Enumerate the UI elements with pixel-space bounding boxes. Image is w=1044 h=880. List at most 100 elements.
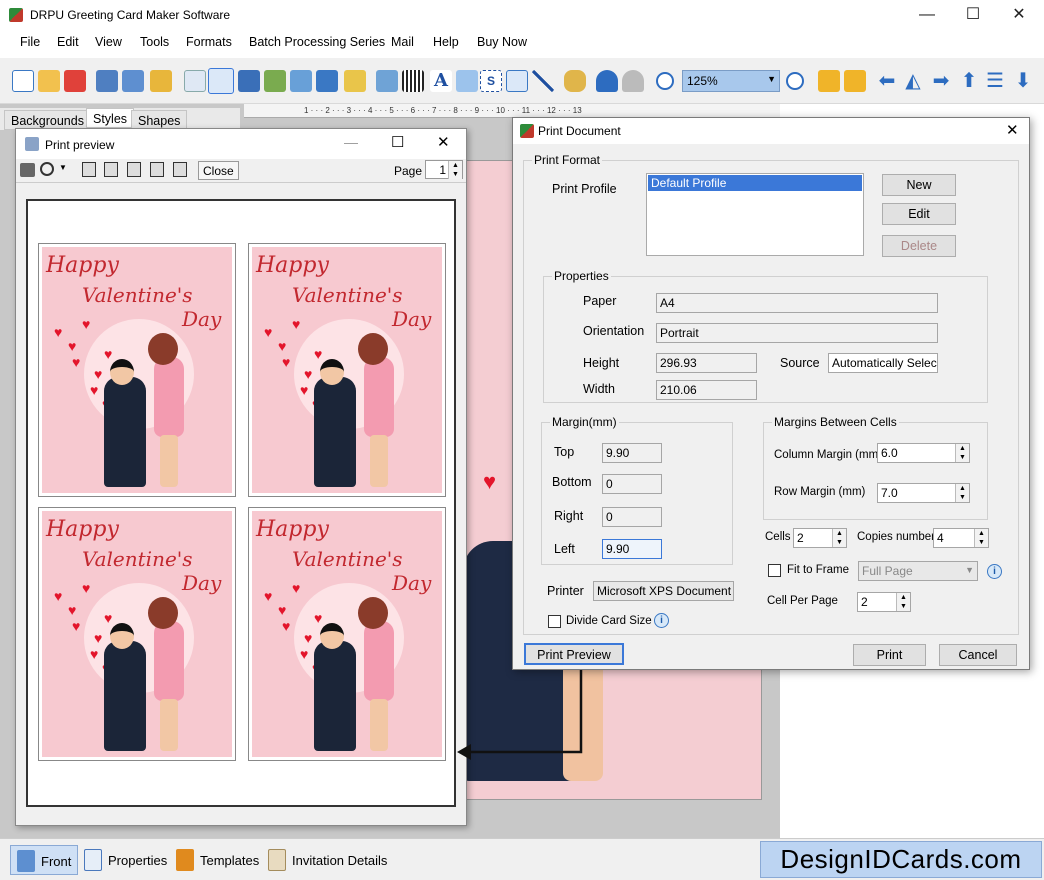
page-setup-icon[interactable] [184, 70, 206, 92]
database-icon[interactable] [564, 70, 586, 92]
redo-icon[interactable] [622, 70, 644, 92]
fit-option-select[interactable]: Full Page ▼ [858, 561, 978, 581]
edit-profile-button[interactable]: Edit [882, 203, 956, 225]
arrow-down-icon[interactable]: ⬇ [1012, 70, 1034, 92]
cells-stepper[interactable]: ▲ ▼ [832, 529, 846, 547]
paper-field[interactable]: A4 [656, 293, 938, 313]
arrow-up-icon[interactable]: ⬆ [958, 70, 980, 92]
word-art-icon[interactable] [456, 70, 478, 92]
image-icon[interactable] [264, 70, 286, 92]
zoom-out-icon[interactable] [786, 72, 804, 90]
menu-view[interactable]: View [95, 35, 122, 49]
dialog-close-button[interactable]: ✕ [1006, 121, 1019, 139]
minimize-button[interactable]: — [912, 4, 942, 26]
arrow-right-icon[interactable]: ➡ [930, 70, 952, 92]
signature-icon[interactable]: S [480, 70, 502, 92]
preview-minimize-button[interactable]: — [344, 134, 358, 150]
copies-field[interactable]: 4 ▲ ▼ [933, 528, 989, 548]
zoom-in-icon[interactable] [656, 72, 674, 90]
align-icon[interactable]: ☰ [984, 70, 1006, 92]
menu-tools[interactable]: Tools [140, 35, 169, 49]
maximize-button[interactable]: ☐ [958, 4, 988, 26]
two-pages-icon[interactable] [104, 162, 118, 177]
menu-buy-now[interactable]: Buy Now [477, 35, 527, 49]
tab-backgrounds[interactable]: Backgrounds [4, 110, 91, 130]
one-page-icon[interactable] [82, 162, 96, 177]
new-profile-button[interactable]: New [882, 174, 956, 196]
menu-edit[interactable]: Edit [57, 35, 79, 49]
preview-close-label-button[interactable]: Close [198, 161, 239, 180]
text-icon[interactable]: A [430, 70, 452, 92]
bottom-margin-field[interactable]: 0 [602, 474, 662, 494]
menu-mail[interactable]: Mail [391, 35, 414, 49]
tab-front[interactable]: Front [10, 845, 79, 875]
menu-help[interactable]: Help [433, 35, 459, 49]
export-icon[interactable] [150, 70, 172, 92]
pen-icon[interactable] [316, 70, 338, 92]
tab-properties[interactable]: Properties [78, 845, 173, 875]
close-button[interactable]: ✕ [1004, 4, 1034, 26]
printer-select[interactable]: Microsoft XPS Document [593, 581, 734, 601]
flip-icon[interactable]: ◭ [902, 70, 924, 92]
profile-item-default[interactable]: Default Profile [648, 175, 862, 191]
new-file-icon[interactable] [12, 70, 34, 92]
arrow-left-icon[interactable]: ⬅ [876, 70, 898, 92]
zoom-icon[interactable] [40, 162, 54, 176]
print-icon[interactable] [20, 163, 35, 177]
chevron-down-icon[interactable]: ▼ [59, 163, 67, 172]
column-margin-field[interactable]: 6.0 ▲ ▼ [877, 443, 970, 463]
right-margin-field[interactable]: 0 [602, 507, 662, 527]
copies-stepper[interactable]: ▲ ▼ [974, 529, 988, 547]
print-preview-button[interactable]: Print Preview [524, 643, 624, 665]
print-icon[interactable] [208, 68, 234, 94]
line-icon[interactable] [532, 70, 554, 92]
delete-profile-button[interactable]: Delete [882, 235, 956, 257]
mail-icon[interactable] [506, 70, 528, 92]
unlock-icon[interactable] [844, 70, 866, 92]
divide-info-icon[interactable]: i [654, 613, 669, 628]
preview-maximize-button[interactable]: ☐ [391, 133, 404, 151]
cancel-button[interactable]: Cancel [939, 644, 1017, 666]
close-file-icon[interactable] [64, 70, 86, 92]
open-folder-icon[interactable] [38, 70, 60, 92]
top-margin-field[interactable]: 9.90 [602, 443, 662, 463]
tab-shapes[interactable]: Shapes [131, 110, 188, 130]
height-field[interactable]: 296.93 [656, 353, 757, 373]
undo-icon[interactable] [596, 70, 618, 92]
menu-batch-processing[interactable]: Batch Processing Series [249, 35, 385, 49]
page-stepper[interactable]: ▲ ▼ [448, 161, 462, 179]
tab-styles[interactable]: Styles [86, 108, 135, 128]
orientation-field[interactable]: Portrait [656, 323, 938, 343]
fit-to-frame-checkbox[interactable] [768, 564, 781, 577]
six-pages-icon[interactable] [173, 162, 187, 177]
tab-templates[interactable]: Templates [170, 845, 265, 875]
menu-file[interactable]: File [20, 35, 40, 49]
column-margin-stepper[interactable]: ▲ ▼ [955, 444, 969, 462]
lock-icon[interactable] [818, 70, 840, 92]
source-field[interactable]: Automatically Selec [828, 353, 938, 373]
row-margin-stepper[interactable]: ▲ ▼ [955, 484, 969, 502]
fit-info-icon[interactable]: i [987, 564, 1002, 579]
three-pages-icon[interactable] [127, 162, 141, 177]
layers-icon[interactable] [238, 70, 260, 92]
page-input[interactable]: 1 ▲ ▼ [425, 160, 463, 179]
shapes-icon[interactable] [344, 70, 366, 92]
save-as-icon[interactable] [122, 70, 144, 92]
menu-formats[interactable]: Formats [186, 35, 232, 49]
zoom-select[interactable]: 125% ▼ [682, 70, 780, 92]
profile-list[interactable]: Default Profile [646, 173, 864, 256]
tab-invitation-details[interactable]: Invitation Details [262, 845, 393, 875]
save-icon[interactable] [96, 70, 118, 92]
four-pages-icon[interactable] [150, 162, 164, 177]
width-field[interactable]: 210.06 [656, 380, 757, 400]
divide-card-checkbox[interactable] [548, 615, 561, 628]
cells-field[interactable]: 2 ▲ ▼ [793, 528, 847, 548]
barcode-icon[interactable] [402, 70, 424, 92]
picture-icon[interactable] [290, 70, 312, 92]
row-margin-field[interactable]: 7.0 ▲ ▼ [877, 483, 970, 503]
left-margin-field[interactable]: 9.90 [602, 539, 662, 559]
cell-per-page-stepper[interactable]: ▲ ▼ [896, 593, 910, 611]
preview-close-button[interactable]: ✕ [437, 133, 450, 151]
watermark-icon[interactable] [376, 70, 398, 92]
cell-per-page-field[interactable]: 2 ▲ ▼ [857, 592, 911, 612]
